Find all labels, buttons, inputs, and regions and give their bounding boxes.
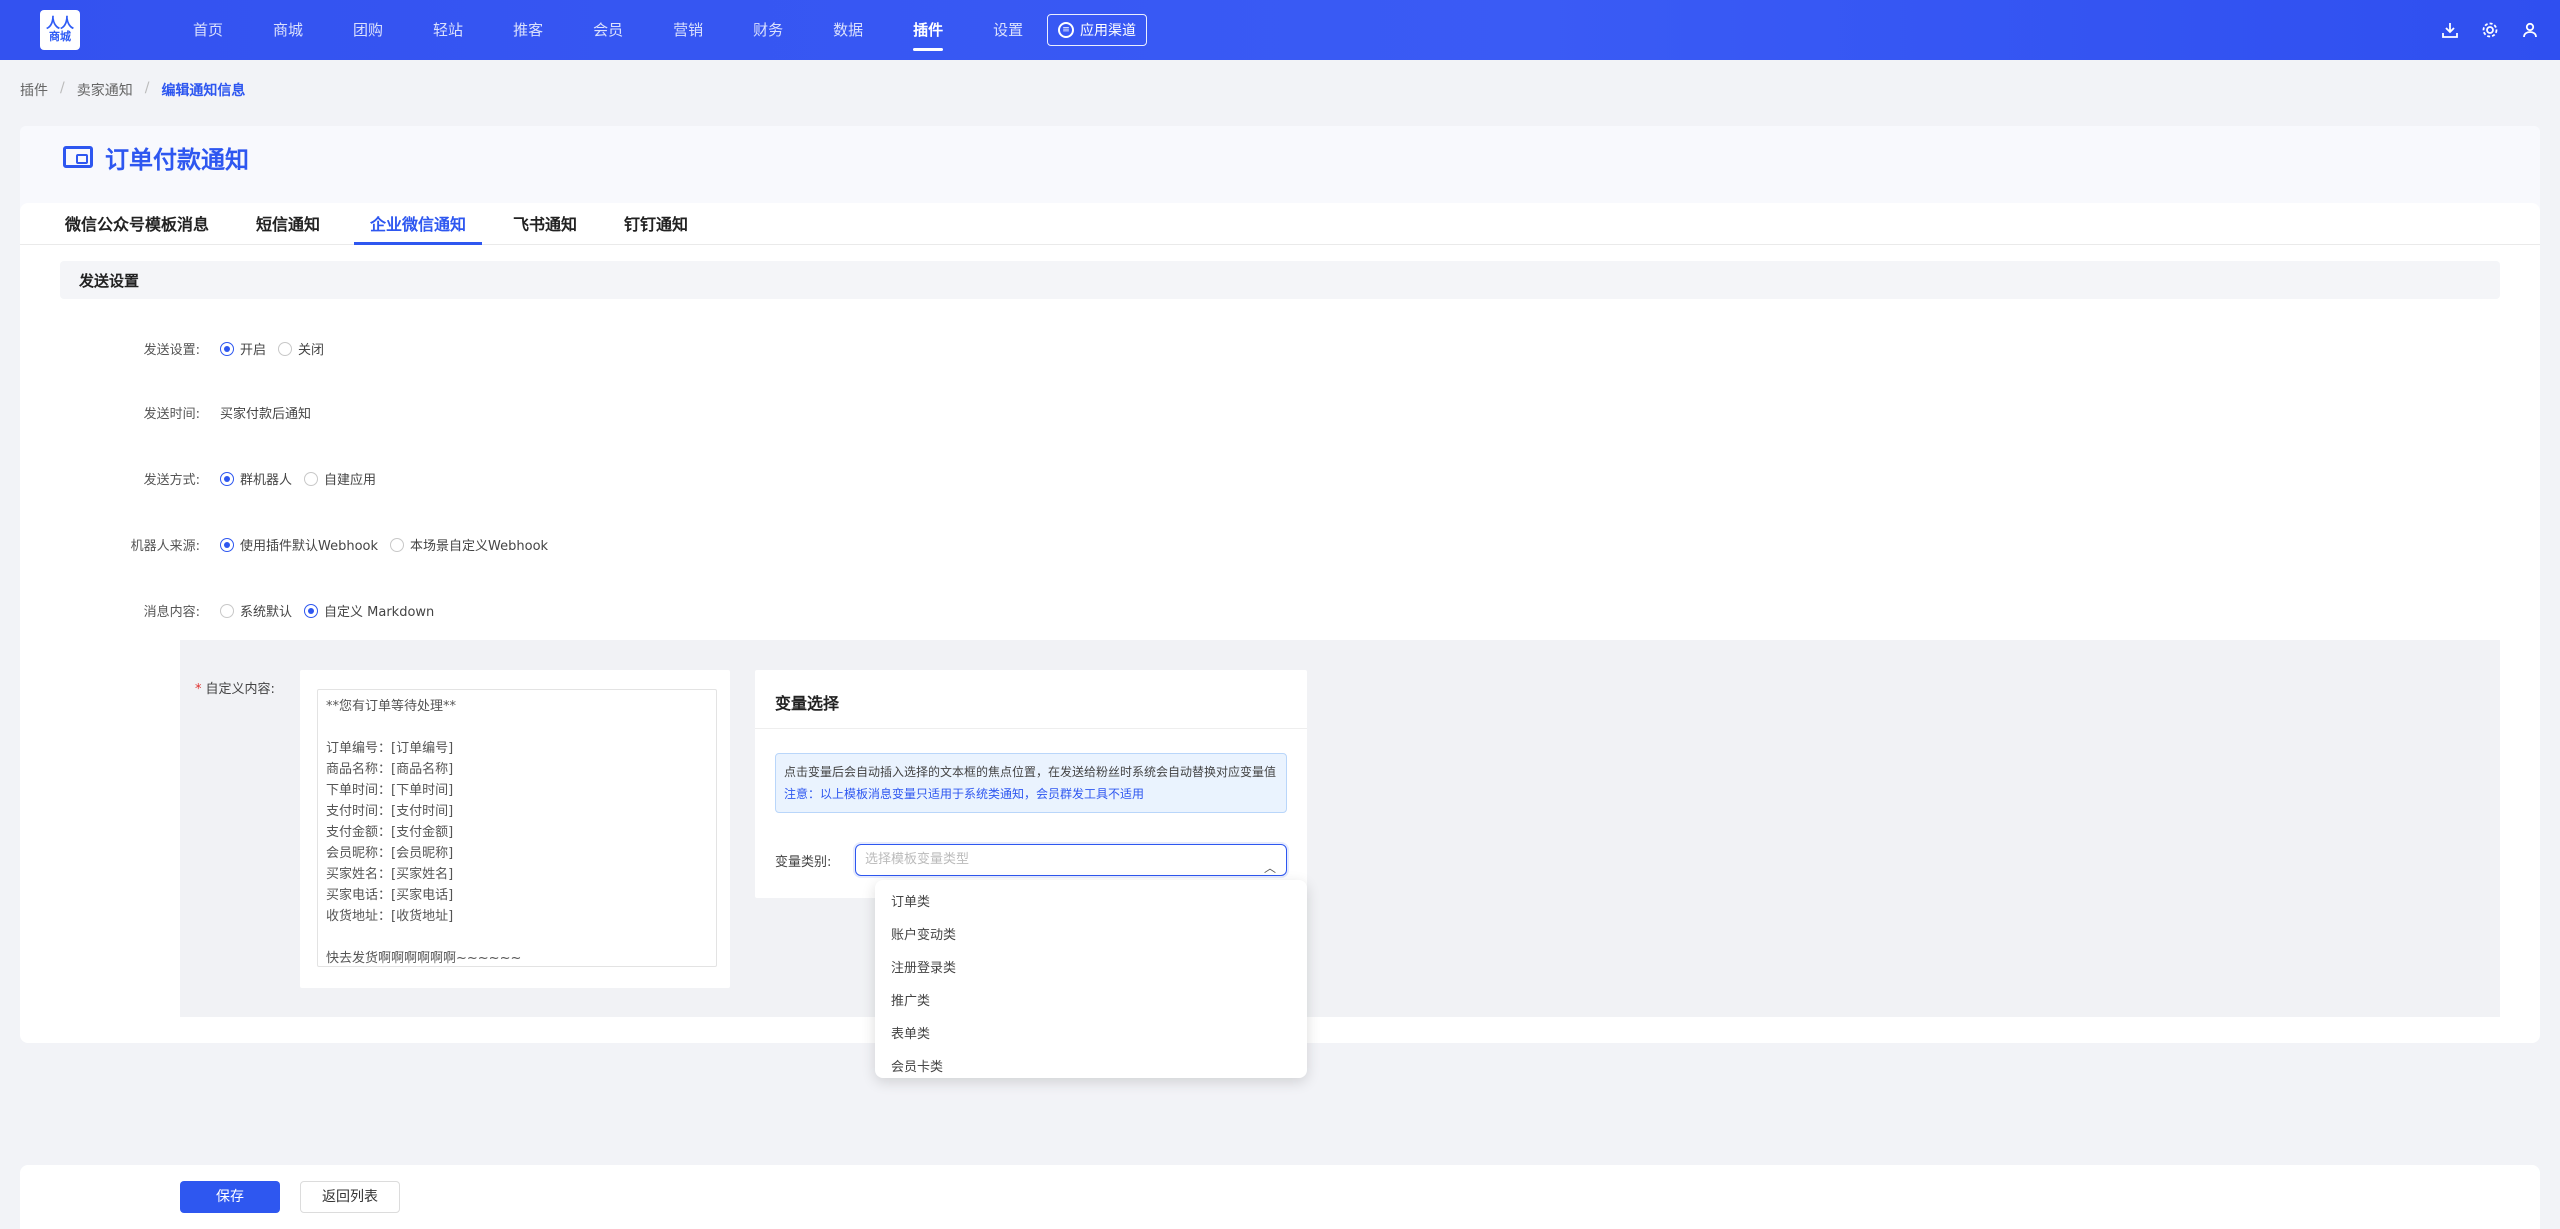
- section-header: 发送设置: [60, 261, 2500, 299]
- tab-feishu[interactable]: 飞书通知: [513, 211, 577, 245]
- radio-label: 关闭: [298, 343, 325, 358]
- required-mark: *: [195, 682, 202, 697]
- page-title: 订单付款通知: [105, 146, 249, 174]
- nav-item-home[interactable]: 首页: [193, 0, 223, 60]
- app-channel-label: 应用渠道: [1080, 23, 1136, 39]
- form-row-message-content: 消息内容: 系统默认 自定义 Markdown: [20, 601, 446, 620]
- robot-source-label: 机器人来源:: [130, 539, 200, 554]
- nav-item-plugins[interactable]: 插件: [913, 0, 944, 60]
- dropdown-option-account[interactable]: 账户变动类: [875, 919, 1307, 952]
- download-icon[interactable]: [2438, 18, 2462, 42]
- dropdown-option-promotion[interactable]: 推广类: [875, 985, 1307, 1018]
- dropdown-option-register[interactable]: 注册登录类: [875, 952, 1307, 985]
- send-setting-off-radio[interactable]: 关闭: [278, 339, 324, 358]
- notice-line-1: 点击变量后会自动插入选择的文本框的焦点位置，在发送给粉丝时系统会自动替换对应变量…: [784, 765, 1277, 779]
- nav-item-data[interactable]: 数据: [833, 0, 863, 60]
- variable-panel-title: 变量选择: [775, 694, 840, 713]
- send-setting-label: 发送设置:: [143, 343, 200, 358]
- variable-notice: 点击变量后会自动插入选择的文本框的焦点位置，在发送给粉丝时系统会自动替换对应变量…: [775, 753, 1287, 813]
- dropdown-option-form[interactable]: 表单类: [875, 1018, 1307, 1051]
- radio-label: 群机器人: [240, 473, 293, 488]
- chevron-up-icon: ︿: [1263, 861, 1276, 875]
- section-title: 发送设置: [79, 272, 140, 290]
- app-channel-button[interactable]: ≡ 应用渠道: [1047, 14, 1147, 46]
- nav-item-lightsite[interactable]: 轻站: [433, 0, 463, 60]
- dropdown-option-order[interactable]: 订单类: [875, 886, 1307, 919]
- radio-label: 系统默认: [240, 605, 293, 620]
- notice-line-2: 注意：以上模板消息变量只适用于系统类通知，会员群发工具不适用: [784, 787, 1145, 801]
- breadcrumb-seller-notice[interactable]: 卖家通知: [77, 80, 133, 100]
- message-content-label: 消息内容:: [143, 605, 200, 620]
- variable-category-dropdown: 订单类 账户变动类 注册登录类 推广类 表单类 会员卡类: [875, 880, 1307, 1078]
- custom-content-textarea[interactable]: **您有订单等待处理** 订单编号：[订单编号] 商品名称：[商品名称] 下单时…: [317, 689, 717, 967]
- breadcrumb-separator: /: [60, 80, 65, 96]
- footer-action-bar: 保存 返回列表: [20, 1165, 2540, 1229]
- select-placeholder: 选择模板变量类型: [865, 852, 970, 867]
- robot-source-default-radio[interactable]: 使用插件默认Webhook: [220, 535, 378, 554]
- divider: [755, 728, 1307, 729]
- custom-content-label: * 自定义内容:: [195, 678, 275, 697]
- app-logo[interactable]: 人人 商城: [40, 10, 80, 50]
- variable-category-label: 变量类别:: [775, 855, 832, 870]
- main-nav: 首页 商城 团购 轻站 推客 会员 营销 财务 数据 插件 设置: [193, 0, 1073, 60]
- radio-label: 自定义 Markdown: [324, 605, 435, 620]
- user-icon[interactable]: [2518, 18, 2542, 42]
- form-row-send-method: 发送方式: 群机器人 自建应用: [20, 469, 388, 488]
- send-time-label: 发送时间:: [143, 407, 200, 422]
- send-setting-on-radio[interactable]: 开启: [220, 339, 266, 358]
- wallet-icon: [63, 146, 93, 168]
- send-time-value: 买家付款后通知: [220, 407, 312, 422]
- tab-wecom[interactable]: 企业微信通知: [353, 211, 483, 245]
- variable-category-select[interactable]: 选择模板变量类型 ︿: [855, 844, 1287, 876]
- tab-dingtalk[interactable]: 钉钉通知: [624, 211, 688, 245]
- message-content-default-radio[interactable]: 系统默认: [220, 601, 292, 620]
- breadcrumb-plugins[interactable]: 插件: [20, 80, 48, 100]
- custom-content-label-text: 自定义内容:: [205, 682, 275, 697]
- nav-item-finance[interactable]: 财务: [753, 0, 783, 60]
- breadcrumb: 插件 / 卖家通知 / 编辑通知信息: [20, 80, 245, 100]
- breadcrumb-current: 编辑通知信息: [161, 83, 246, 99]
- nav-item-mall[interactable]: 商城: [273, 0, 303, 60]
- form-row-send-time: 发送时间: 买家付款后通知: [20, 403, 311, 422]
- radio-label: 自建应用: [324, 473, 377, 488]
- gear-icon[interactable]: [2478, 18, 2502, 42]
- back-to-list-button[interactable]: 返回列表: [300, 1181, 400, 1213]
- nav-item-marketing[interactable]: 营销: [673, 0, 703, 60]
- radio-label: 开启: [240, 343, 267, 358]
- radio-label: 使用插件默认Webhook: [240, 539, 379, 554]
- tab-wechat-template[interactable]: 微信公众号模板消息: [65, 211, 209, 245]
- custom-content-editor-wrap: **您有订单等待处理** 订单编号：[订单编号] 商品名称：[商品名称] 下单时…: [300, 670, 730, 988]
- nav-item-settings[interactable]: 设置: [993, 0, 1023, 60]
- logo-text-line1: 人人: [46, 16, 74, 32]
- form-row-robot-source: 机器人来源: 使用插件默认Webhook 本场景自定义Webhook: [20, 535, 560, 554]
- send-method-group-robot-radio[interactable]: 群机器人: [220, 469, 292, 488]
- variable-panel: 变量选择 点击变量后会自动插入选择的文本框的焦点位置，在发送给粉丝时系统会自动替…: [755, 670, 1307, 898]
- app-channel-icon: ≡: [1058, 22, 1074, 38]
- breadcrumb-separator: /: [144, 80, 150, 96]
- message-content-markdown-radio[interactable]: 自定义 Markdown: [304, 601, 434, 620]
- notify-tabs: 微信公众号模板消息 短信通知 企业微信通知 飞书通知 钉钉通知: [20, 203, 2540, 245]
- top-navbar: 人人 商城 首页 商城 团购 轻站 推客 会员 营销 财务 数据 插件 设置 ≡…: [0, 0, 2560, 60]
- nav-item-groupbuy[interactable]: 团购: [353, 0, 383, 60]
- nav-item-promoter[interactable]: 推客: [513, 0, 543, 60]
- nav-item-member[interactable]: 会员: [593, 0, 623, 60]
- tab-sms[interactable]: 短信通知: [256, 211, 320, 245]
- send-method-custom-app-radio[interactable]: 自建应用: [304, 469, 376, 488]
- save-button[interactable]: 保存: [180, 1181, 280, 1213]
- logo-text-line2: 商城: [49, 30, 71, 43]
- send-method-label: 发送方式:: [143, 473, 200, 488]
- form-row-send-setting: 发送设置: 开启 关闭: [20, 339, 336, 358]
- dropdown-option-member-card[interactable]: 会员卡类: [875, 1051, 1307, 1084]
- robot-source-custom-radio[interactable]: 本场景自定义Webhook: [390, 535, 548, 554]
- radio-label: 本场景自定义Webhook: [410, 539, 549, 554]
